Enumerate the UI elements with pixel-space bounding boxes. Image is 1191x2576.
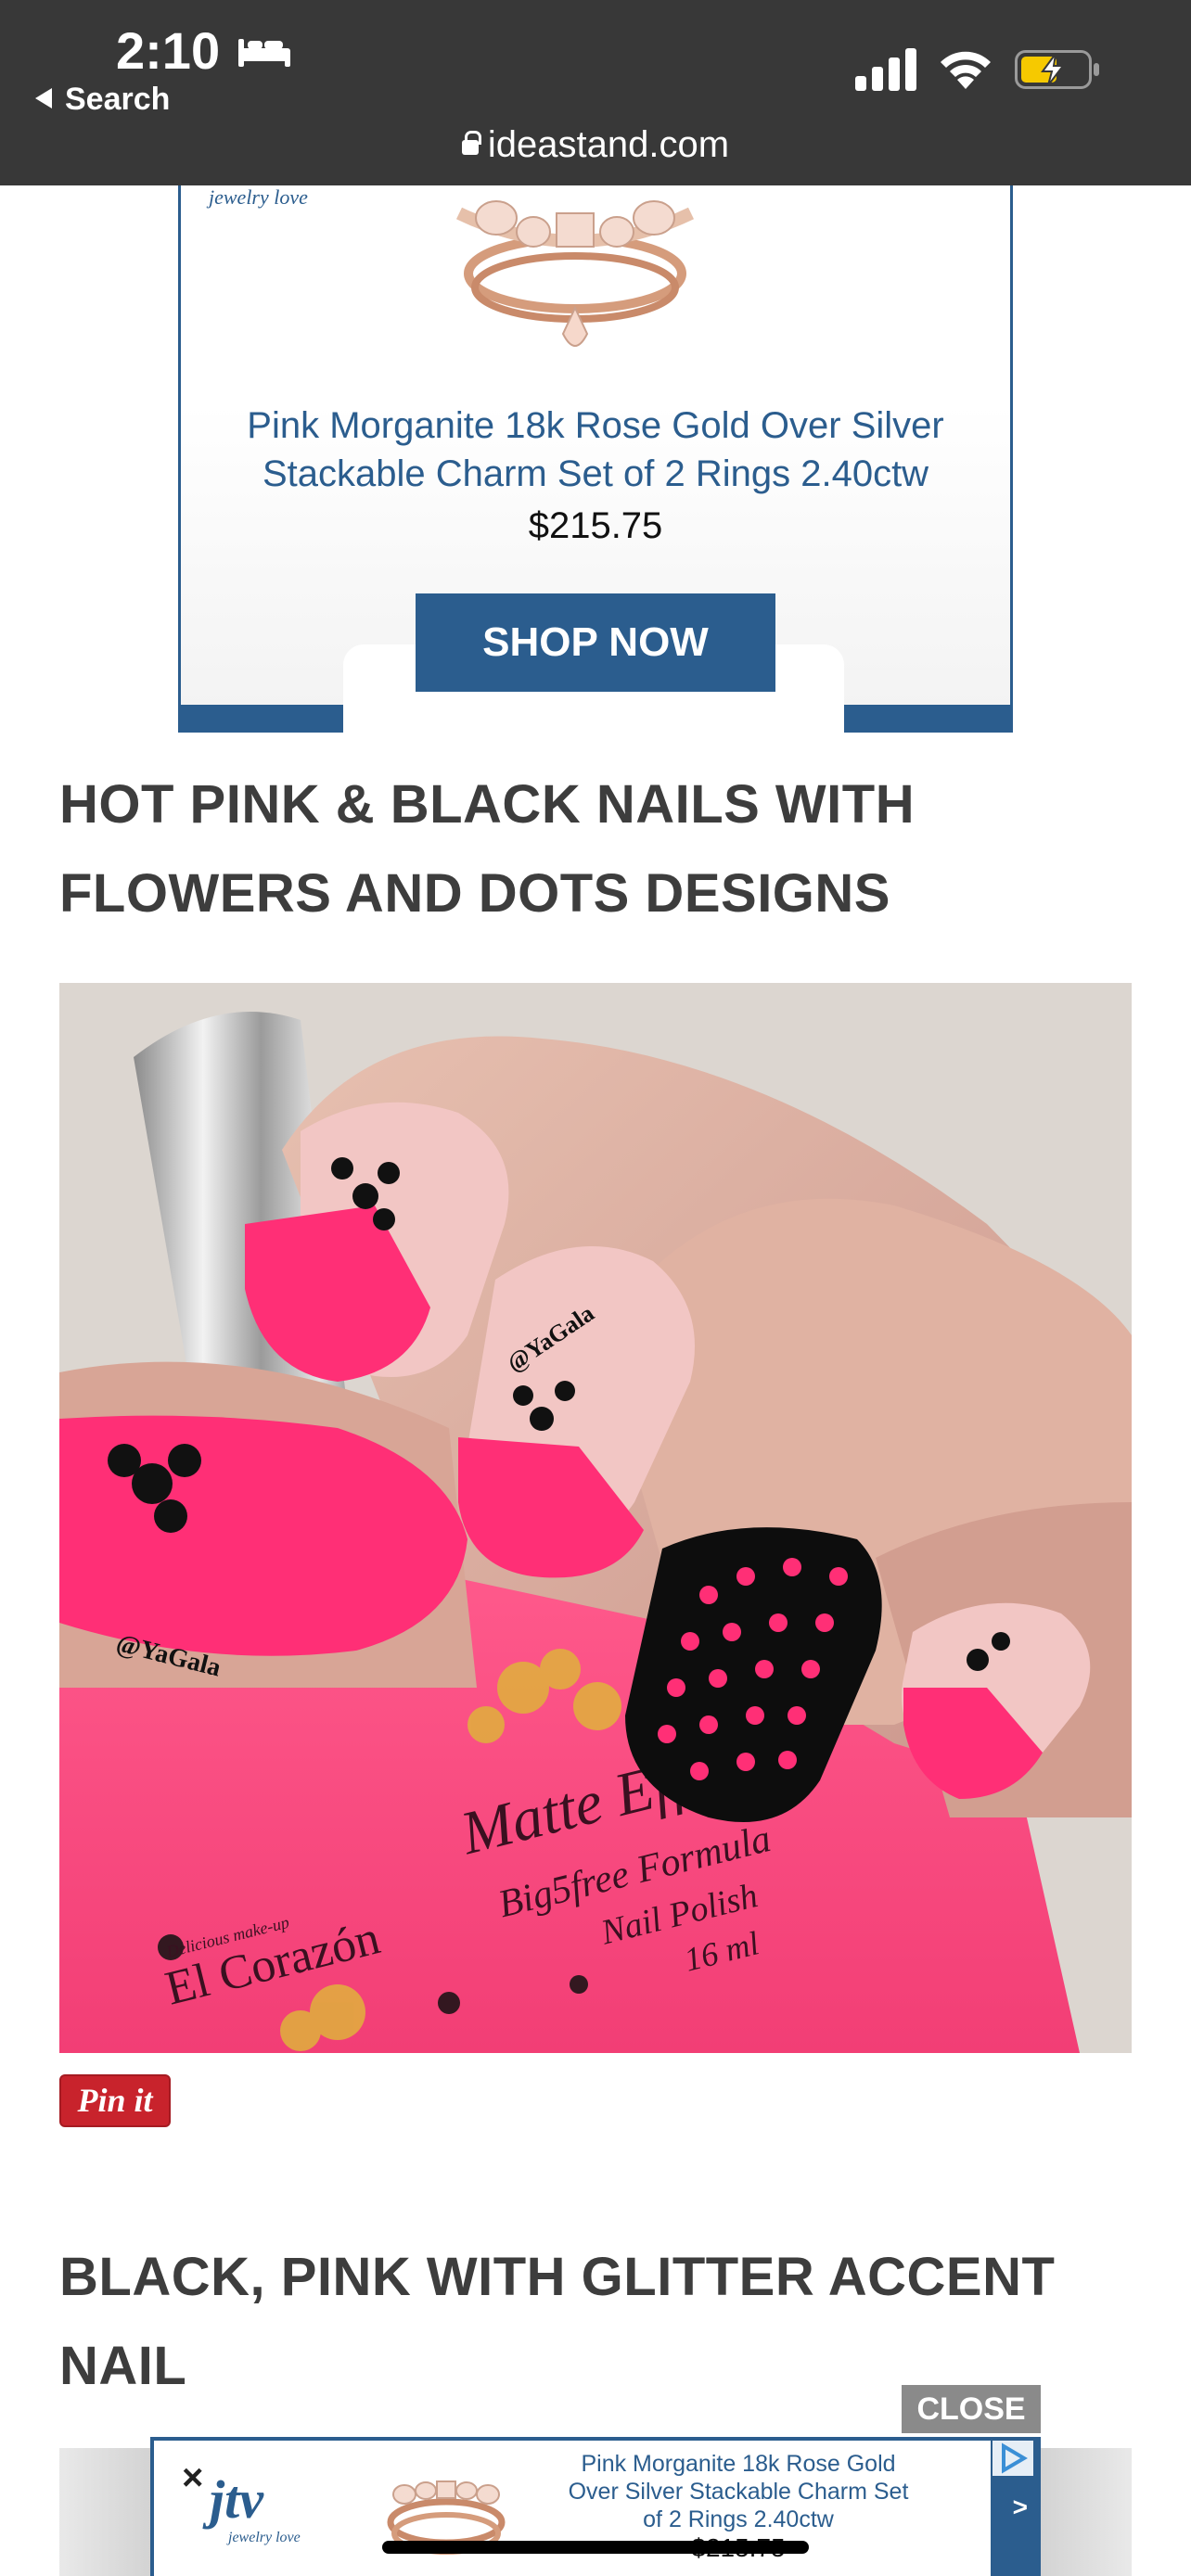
close-ad-button[interactable]: CLOSE [902, 2385, 1041, 2433]
jtv-logo: jtv [210, 2469, 263, 2530]
ad-price: $215.75 [528, 505, 663, 546]
nail-design-photo[interactable]: Delicious make-up El Corazón Matte Effec… [59, 983, 1132, 2053]
back-arrow-icon [35, 88, 52, 109]
back-to-search-button[interactable]: Search [35, 82, 170, 118]
address-bar[interactable]: ideastand.com [0, 124, 1191, 166]
nail-photo-illustration: Delicious make-up El Corazón Matte Effec… [59, 983, 1132, 2053]
wifi-icon [941, 51, 991, 89]
back-label: Search [65, 82, 171, 117]
dismiss-icon[interactable]: × [182, 2457, 203, 2499]
cellular-signal-icon [855, 48, 916, 91]
jtv-logo-tagline: jewelry love [228, 2530, 301, 2545]
clock: 2:10 [116, 21, 221, 80]
ring-image [455, 200, 695, 347]
banner-product-title[interactable]: Pink Morganite 18k Rose Gold Over Silver… [562, 2450, 915, 2533]
chevron-right-icon[interactable]: > [1013, 2493, 1028, 2522]
ad-product-title[interactable]: Pink Morganite 18k Rose Gold Over Silver… [209, 402, 982, 498]
sleep-focus-icon [238, 39, 290, 67]
bottom-sticky-ad[interactable]: × jtv jewelry love Pink Morganite 18k Ro… [150, 2437, 1041, 2576]
battery-charging-icon [1015, 50, 1099, 89]
adchoices-icon[interactable] [992, 2441, 1033, 2476]
home-indicator[interactable] [382, 2541, 809, 2554]
browser-status-bar: 2:10 Search ideastand.com [0, 0, 1191, 185]
top-advertisement[interactable]: jewelry love Pink Morganite 18k Rose Gol… [178, 185, 1013, 733]
ad-logo: jewelry love [209, 185, 308, 209]
section-heading: HOT PINK & BLACK NAILS WITH FLOWERS AND … [59, 774, 916, 924]
lock-icon [461, 131, 481, 155]
pin-it-button[interactable]: Pin it [59, 2074, 171, 2127]
shop-now-button[interactable]: SHOP NOW [416, 593, 775, 692]
url-text: ideastand.com [487, 124, 730, 165]
